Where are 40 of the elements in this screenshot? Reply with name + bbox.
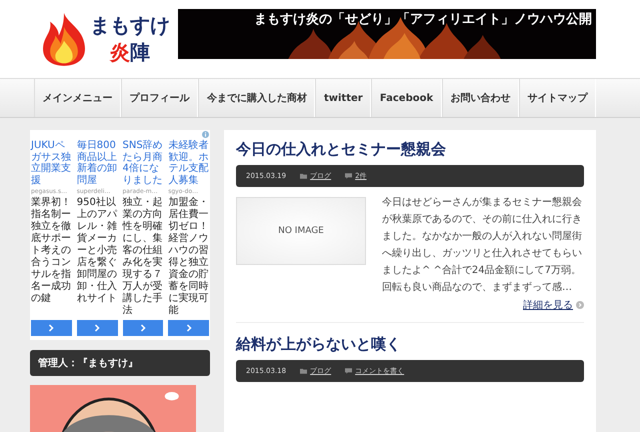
post-title-link[interactable]: 給料が上がらないと嘆く xyxy=(236,335,584,354)
nav-menu-item[interactable]: サイトマップ xyxy=(518,79,596,117)
post-excerpt: 今日はせどらーさんが集まるセミナー懇親会が秋葉原であるので、その前に仕入れに行きました。なかなか一般の人が入れない問屋街へ繰り出し、ガッツリと仕入れさせてもらいましたよ^ ^合計で24品金額にして7万弱。回転も良い商品なので、まずまずって感… xyxy=(382,196,583,295)
ad-title-link[interactable]: 毎日800商品以上新着の卸問屋 xyxy=(76,140,118,186)
site-logo-text[interactable]: まもすけ xyxy=(90,12,170,39)
ad-description: 950社以上のアパレル・雑貨メーカーと小売店を繋ぐ卸問屋の卸・仕入れサイト xyxy=(76,197,118,306)
chevron-right-icon xyxy=(186,324,192,332)
logo-character: 炎 xyxy=(110,39,130,66)
no-image-label: NO IMAGE xyxy=(278,226,324,236)
folder-icon xyxy=(300,368,308,374)
comment-icon xyxy=(345,173,352,179)
nav-menu-item[interactable]: twitter xyxy=(315,79,372,117)
ad-open-button[interactable] xyxy=(31,320,72,336)
info-icon[interactable] xyxy=(202,131,209,138)
chevron-right-icon xyxy=(48,324,54,332)
chevron-right-icon xyxy=(94,324,100,332)
ad-open-button[interactable] xyxy=(76,320,118,336)
nav-menu-item[interactable]: Facebook xyxy=(371,79,442,117)
ad-description: 独立・起業の方向性を明確にし、集客の仕組み化を実現する７万人が受講した手法 xyxy=(122,197,164,317)
post-title-link[interactable]: 今日の仕入れとセミナー懇親会 xyxy=(236,140,584,159)
nav-menu-item[interactable]: メインメニュー xyxy=(34,79,122,117)
chevron-right-icon xyxy=(140,324,146,332)
ad-description: 業界初！指名制ー独立を徹底サポート考えの合うコンサルを指名ー成功の鍵 xyxy=(31,197,72,306)
ad-title-link[interactable]: JUKUペガサス独立開業支援 xyxy=(31,140,72,186)
nav-menu-item[interactable]: お問い合わせ xyxy=(442,79,519,117)
nav-menu-item[interactable]: プロフィール xyxy=(121,79,198,117)
ad-title-link[interactable]: 未経験者歓迎。ホテル支配人募集 xyxy=(168,140,209,186)
folder-icon xyxy=(300,173,308,179)
ad-title-link[interactable]: SNS辞めたら月商4倍になりました xyxy=(122,140,164,186)
banner-headline: まもすけ炎の「せどり」「アフィリエイト」ノウハウ公開 xyxy=(254,11,592,28)
no-image-thumbnail[interactable]: NO IMAGE xyxy=(236,197,366,265)
nav-menu-item[interactable]: 今までに購入した商材 xyxy=(198,79,316,117)
logo-character: 陣 xyxy=(130,39,150,66)
ad-open-button[interactable] xyxy=(168,320,209,336)
ad-open-button[interactable] xyxy=(122,320,164,336)
ad-description: 加盟金・居住費一切ゼロ！経営ノウハウの習得と独立資金の貯蓄を同時に実現可能 xyxy=(168,197,209,317)
arrow-circle-icon xyxy=(576,301,584,309)
comment-icon xyxy=(345,368,352,374)
read-more-link[interactable]: 詳細を見る xyxy=(523,298,573,312)
widget-title-bar: 管理人：『まもすけ』 xyxy=(30,350,210,376)
